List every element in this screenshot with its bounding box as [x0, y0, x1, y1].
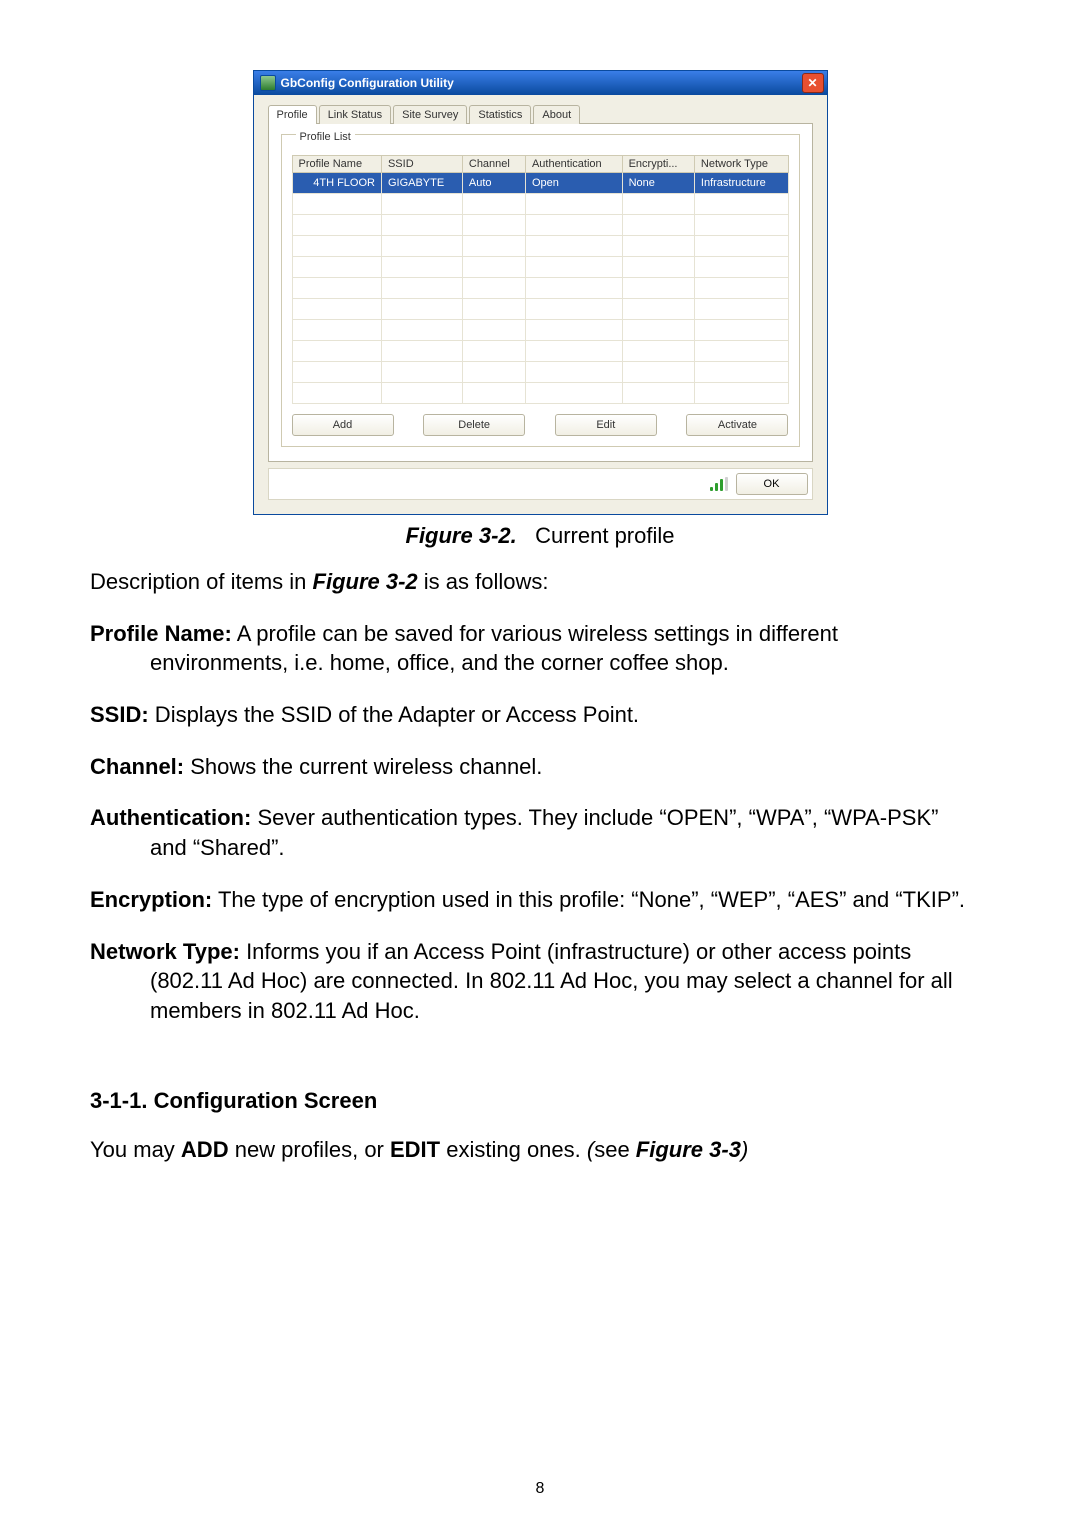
section-heading: 3-1-1. Configuration Screen [90, 1086, 990, 1116]
table-row [292, 299, 788, 320]
table-header-row: Profile Name SSID Channel Authentication… [292, 156, 788, 173]
delete-button[interactable]: Delete [423, 414, 525, 436]
col-profile-name[interactable]: Profile Name [292, 156, 381, 173]
window-title: GbConfig Configuration Utility [281, 76, 454, 90]
edit-button[interactable]: Edit [555, 414, 657, 436]
col-authentication[interactable]: Authentication [525, 156, 622, 173]
table-row [292, 320, 788, 341]
table-row[interactable]: 4TH FLOOR GIGABYTE Auto Open None Infras… [292, 173, 788, 194]
config-line: You may ADD new profiles, or EDIT existi… [90, 1135, 990, 1165]
app-icon [260, 75, 276, 91]
ok-button[interactable]: OK [736, 473, 808, 495]
item-network-type: Network Type: Informs you if an Access P… [90, 937, 990, 1026]
item-encryption: Encryption: The type of encryption used … [90, 885, 990, 915]
activate-button[interactable]: Activate [686, 414, 788, 436]
col-network-type[interactable]: Network Type [694, 156, 788, 173]
signal-icon [710, 477, 728, 491]
window-titlebar: GbConfig Configuration Utility ✕ [254, 71, 827, 95]
tab-statistics[interactable]: Statistics [469, 105, 531, 124]
app-window: GbConfig Configuration Utility ✕ Profile… [253, 70, 828, 515]
tab-about[interactable]: About [533, 105, 580, 124]
intro-line: Description of items in Figure 3-2 is as… [90, 567, 990, 597]
profile-list-label: Profile List [296, 131, 355, 143]
close-icon[interactable]: ✕ [802, 73, 824, 93]
item-channel: Channel: Shows the current wireless chan… [90, 752, 990, 782]
profile-table[interactable]: Profile Name SSID Channel Authentication… [292, 155, 789, 404]
col-ssid[interactable]: SSID [381, 156, 462, 173]
tab-profile[interactable]: Profile [268, 105, 317, 124]
figure-caption: Figure 3-2. Current profile [253, 523, 828, 549]
table-row [292, 215, 788, 236]
tab-strip: Profile Link Status Site Survey Statisti… [268, 105, 813, 124]
tab-link-status[interactable]: Link Status [319, 105, 391, 124]
page-number: 8 [0, 1480, 1080, 1498]
col-channel[interactable]: Channel [462, 156, 525, 173]
table-row [292, 341, 788, 362]
table-row [292, 278, 788, 299]
table-row [292, 383, 788, 404]
col-encryption[interactable]: Encrypti... [622, 156, 694, 173]
table-row [292, 257, 788, 278]
item-profile-name: Profile Name: A profile can be saved for… [90, 619, 990, 678]
item-ssid: SSID: Displays the SSID of the Adapter o… [90, 700, 990, 730]
add-button[interactable]: Add [292, 414, 394, 436]
table-row [292, 236, 788, 257]
tab-site-survey[interactable]: Site Survey [393, 105, 467, 124]
table-row [292, 194, 788, 215]
item-authentication: Authentication: Sever authentication typ… [90, 803, 990, 862]
table-row [292, 362, 788, 383]
